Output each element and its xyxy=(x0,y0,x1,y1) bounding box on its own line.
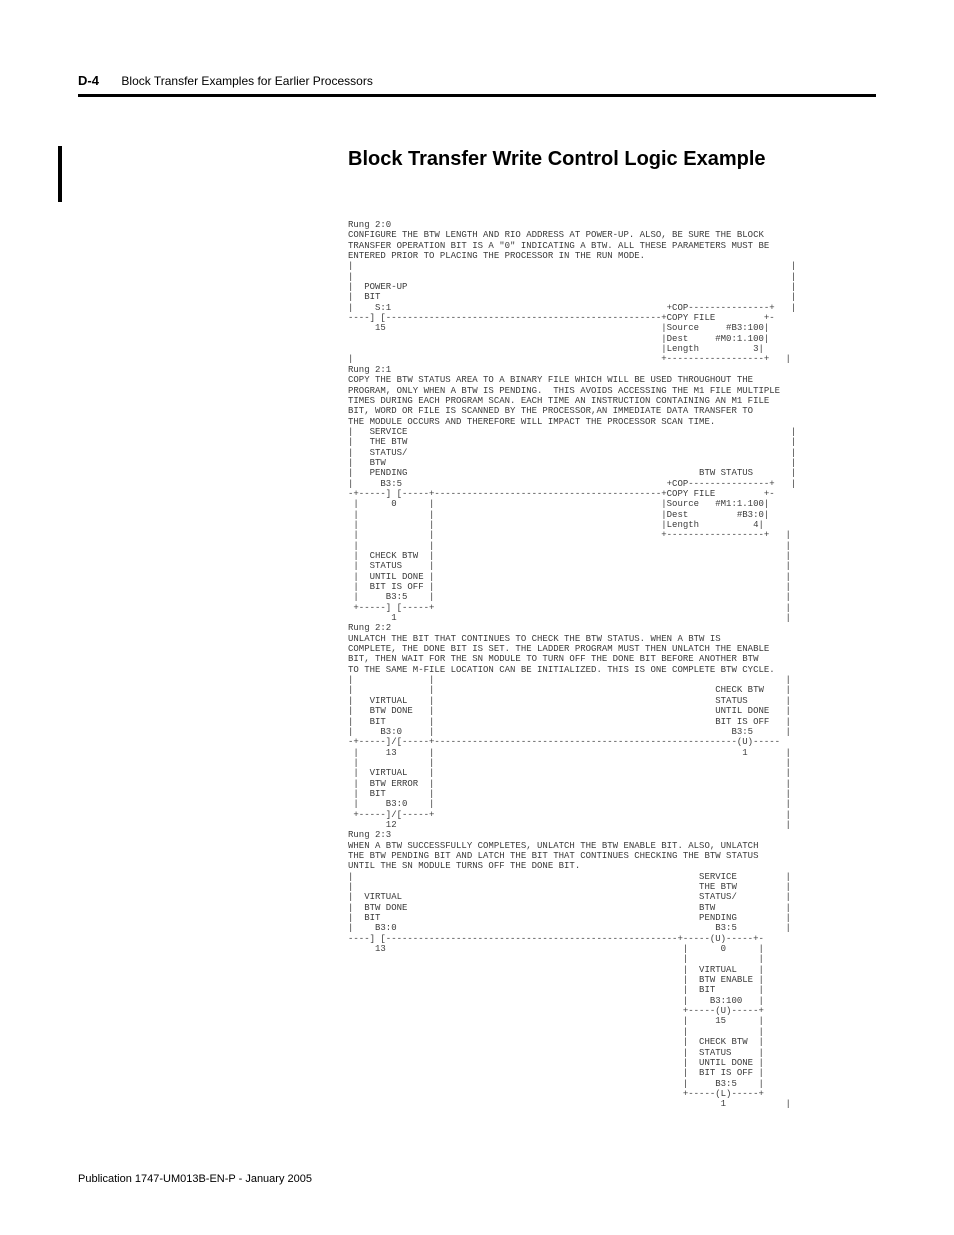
chapter-title: Block Transfer Examples for Earlier Proc… xyxy=(121,74,372,88)
publication-footer: Publication 1747-UM013B-EN-P - January 2… xyxy=(78,1173,312,1185)
header-rule xyxy=(78,94,876,97)
section-title: Block Transfer Write Control Logic Examp… xyxy=(348,148,766,171)
page-header: D-4 Block Transfer Examples for Earlier … xyxy=(0,72,954,90)
page-number: D-4 xyxy=(78,73,99,88)
revision-bar xyxy=(58,146,62,202)
ladder-logic-listing: Rung 2:0 CONFIGURE THE BTW LENGTH AND RI… xyxy=(348,220,888,1110)
